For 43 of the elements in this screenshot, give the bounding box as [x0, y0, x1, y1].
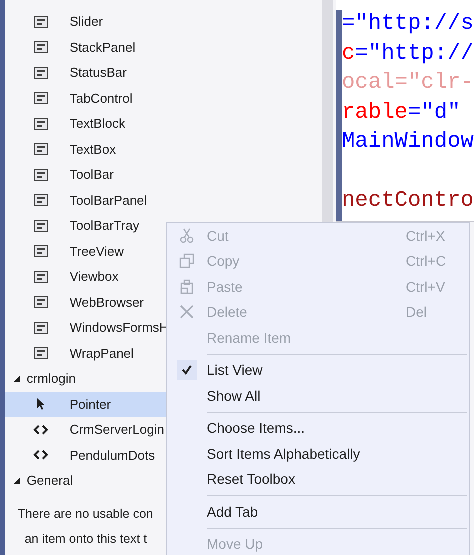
menu-item[interactable]: Choose Items... — [167, 416, 469, 441]
control-icon — [32, 192, 49, 208]
control-icon — [32, 14, 49, 30]
control-icon — [32, 243, 49, 260]
code-token: c — [342, 40, 356, 66]
code-token: ="http://s — [342, 11, 474, 36]
control-icon — [32, 64, 49, 81]
control-icon — [32, 294, 49, 310]
control-icon — [32, 90, 49, 106]
empty-group-message: an item onto this text t — [24, 530, 148, 548]
control-icon — [32, 268, 49, 285]
copy-icon — [179, 253, 195, 270]
empty-group-message: There are no usable con — [18, 506, 154, 522]
menu-item[interactable]: Sort Items Alphabetically — [167, 441, 469, 466]
toolbox-item[interactable]: ToolBarPanel — [4, 188, 320, 213]
control-icon — [32, 345, 49, 362]
code-token: nectContro — [342, 188, 474, 213]
control-icon — [32, 39, 49, 56]
menu-item[interactable]: List View — [167, 358, 469, 383]
toolbox-item[interactable]: Slider — [4, 9, 320, 34]
toolbox-item[interactable]: TextBox — [4, 136, 320, 162]
code-token: rable — [342, 100, 408, 124]
code-token: ocal="clr- — [342, 70, 474, 95]
toolbox-item[interactable]: StatusBar — [4, 60, 320, 86]
paste-icon — [179, 278, 195, 295]
control-icon — [32, 218, 49, 234]
menu-item[interactable]: Reset Toolbox — [167, 466, 469, 492]
close-icon — [179, 304, 195, 320]
code-token: ="http:// — [355, 40, 474, 66]
control-icon — [32, 141, 49, 158]
expander-icon[interactable] — [12, 374, 21, 383]
code-token: MainWindow — [342, 129, 474, 154]
toolbox-item[interactable]: ToolBar — [4, 162, 320, 188]
toolbox-item[interactable]: TextBlock — [4, 111, 320, 136]
control-icon — [32, 166, 49, 183]
control-icon — [32, 116, 49, 132]
code-token: ="d" — [408, 100, 461, 124]
toolbox-item[interactable]: TabControl — [4, 86, 320, 111]
control-icon — [32, 320, 49, 336]
expander-icon[interactable] — [12, 476, 21, 485]
toolbox-item[interactable]: StackPanel — [4, 34, 320, 60]
scissors-icon — [179, 228, 195, 244]
menu-item[interactable]: Add Tab — [167, 499, 469, 524]
